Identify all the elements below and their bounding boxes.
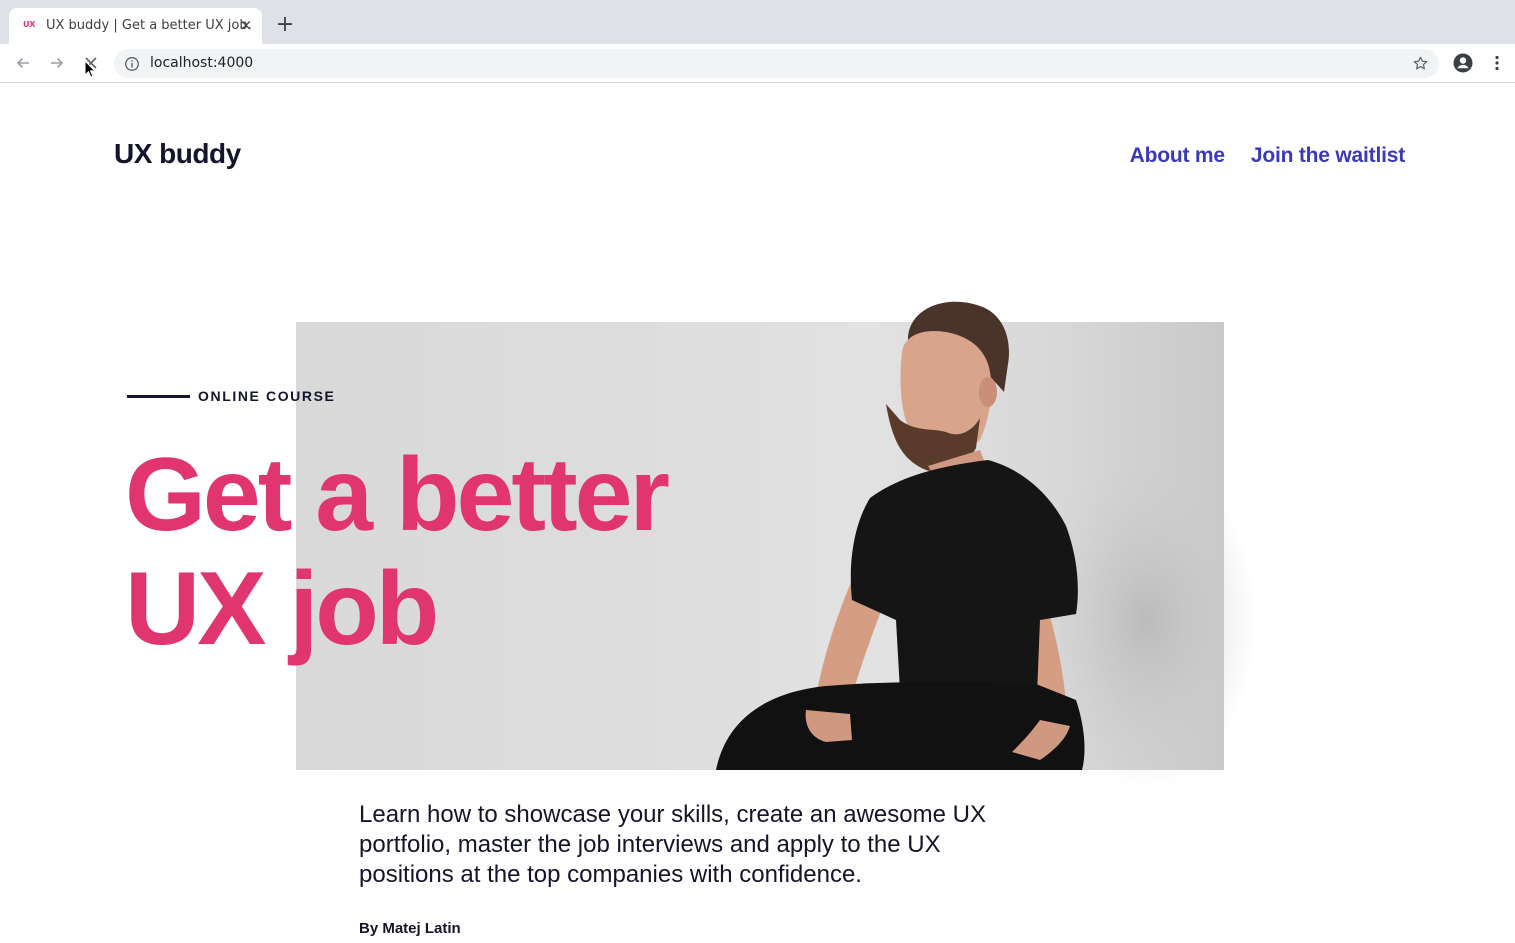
- mouse-cursor-icon: [84, 60, 96, 78]
- eyebrow-label: ONLINE COURSE: [198, 388, 336, 404]
- hero-headline: Get a better UX job: [125, 437, 670, 667]
- account-icon: [1453, 53, 1473, 73]
- browser-toolbar: localhost:4000: [0, 44, 1515, 83]
- menu-button[interactable]: [1486, 52, 1508, 74]
- url-text[interactable]: localhost:4000: [150, 55, 253, 71]
- author-byline: By Matej Latin: [359, 920, 461, 937]
- tab-title: UX buddy | Get a better UX job.: [46, 18, 252, 33]
- back-button[interactable]: [12, 52, 34, 74]
- headline-line-2: UX job: [125, 551, 439, 667]
- nav-link-join-waitlist[interactable]: Join the waitlist: [1251, 144, 1405, 168]
- site-nav: About me Join the waitlist: [1130, 144, 1406, 168]
- eyebrow: ONLINE COURSE: [127, 388, 335, 404]
- profile-button[interactable]: [1452, 52, 1474, 74]
- browser-tab-strip: UX UX buddy | Get a better UX job. × +: [0, 0, 1515, 44]
- info-icon[interactable]: [124, 56, 140, 72]
- browser-tab[interactable]: UX UX buddy | Get a better UX job. ×: [9, 8, 262, 44]
- more-vert-icon: [1495, 55, 1499, 71]
- address-bar[interactable]: localhost:4000: [114, 49, 1439, 78]
- site-logo[interactable]: UX buddy: [114, 138, 241, 170]
- star-icon[interactable]: [1412, 55, 1429, 72]
- arrow-left-icon: [16, 57, 29, 69]
- new-tab-button[interactable]: +: [274, 14, 296, 36]
- headline-line-1: Get a better: [125, 437, 670, 553]
- tab-close-icon[interactable]: ×: [238, 17, 254, 33]
- nav-link-about-me[interactable]: About me: [1130, 144, 1225, 168]
- forward-button[interactable]: [46, 52, 68, 74]
- eyebrow-rule: [127, 394, 190, 398]
- hero-lead-paragraph: Learn how to showcase your skills, creat…: [359, 801, 986, 888]
- arrow-right-icon: [51, 57, 64, 69]
- favicon-icon: UX: [23, 20, 36, 29]
